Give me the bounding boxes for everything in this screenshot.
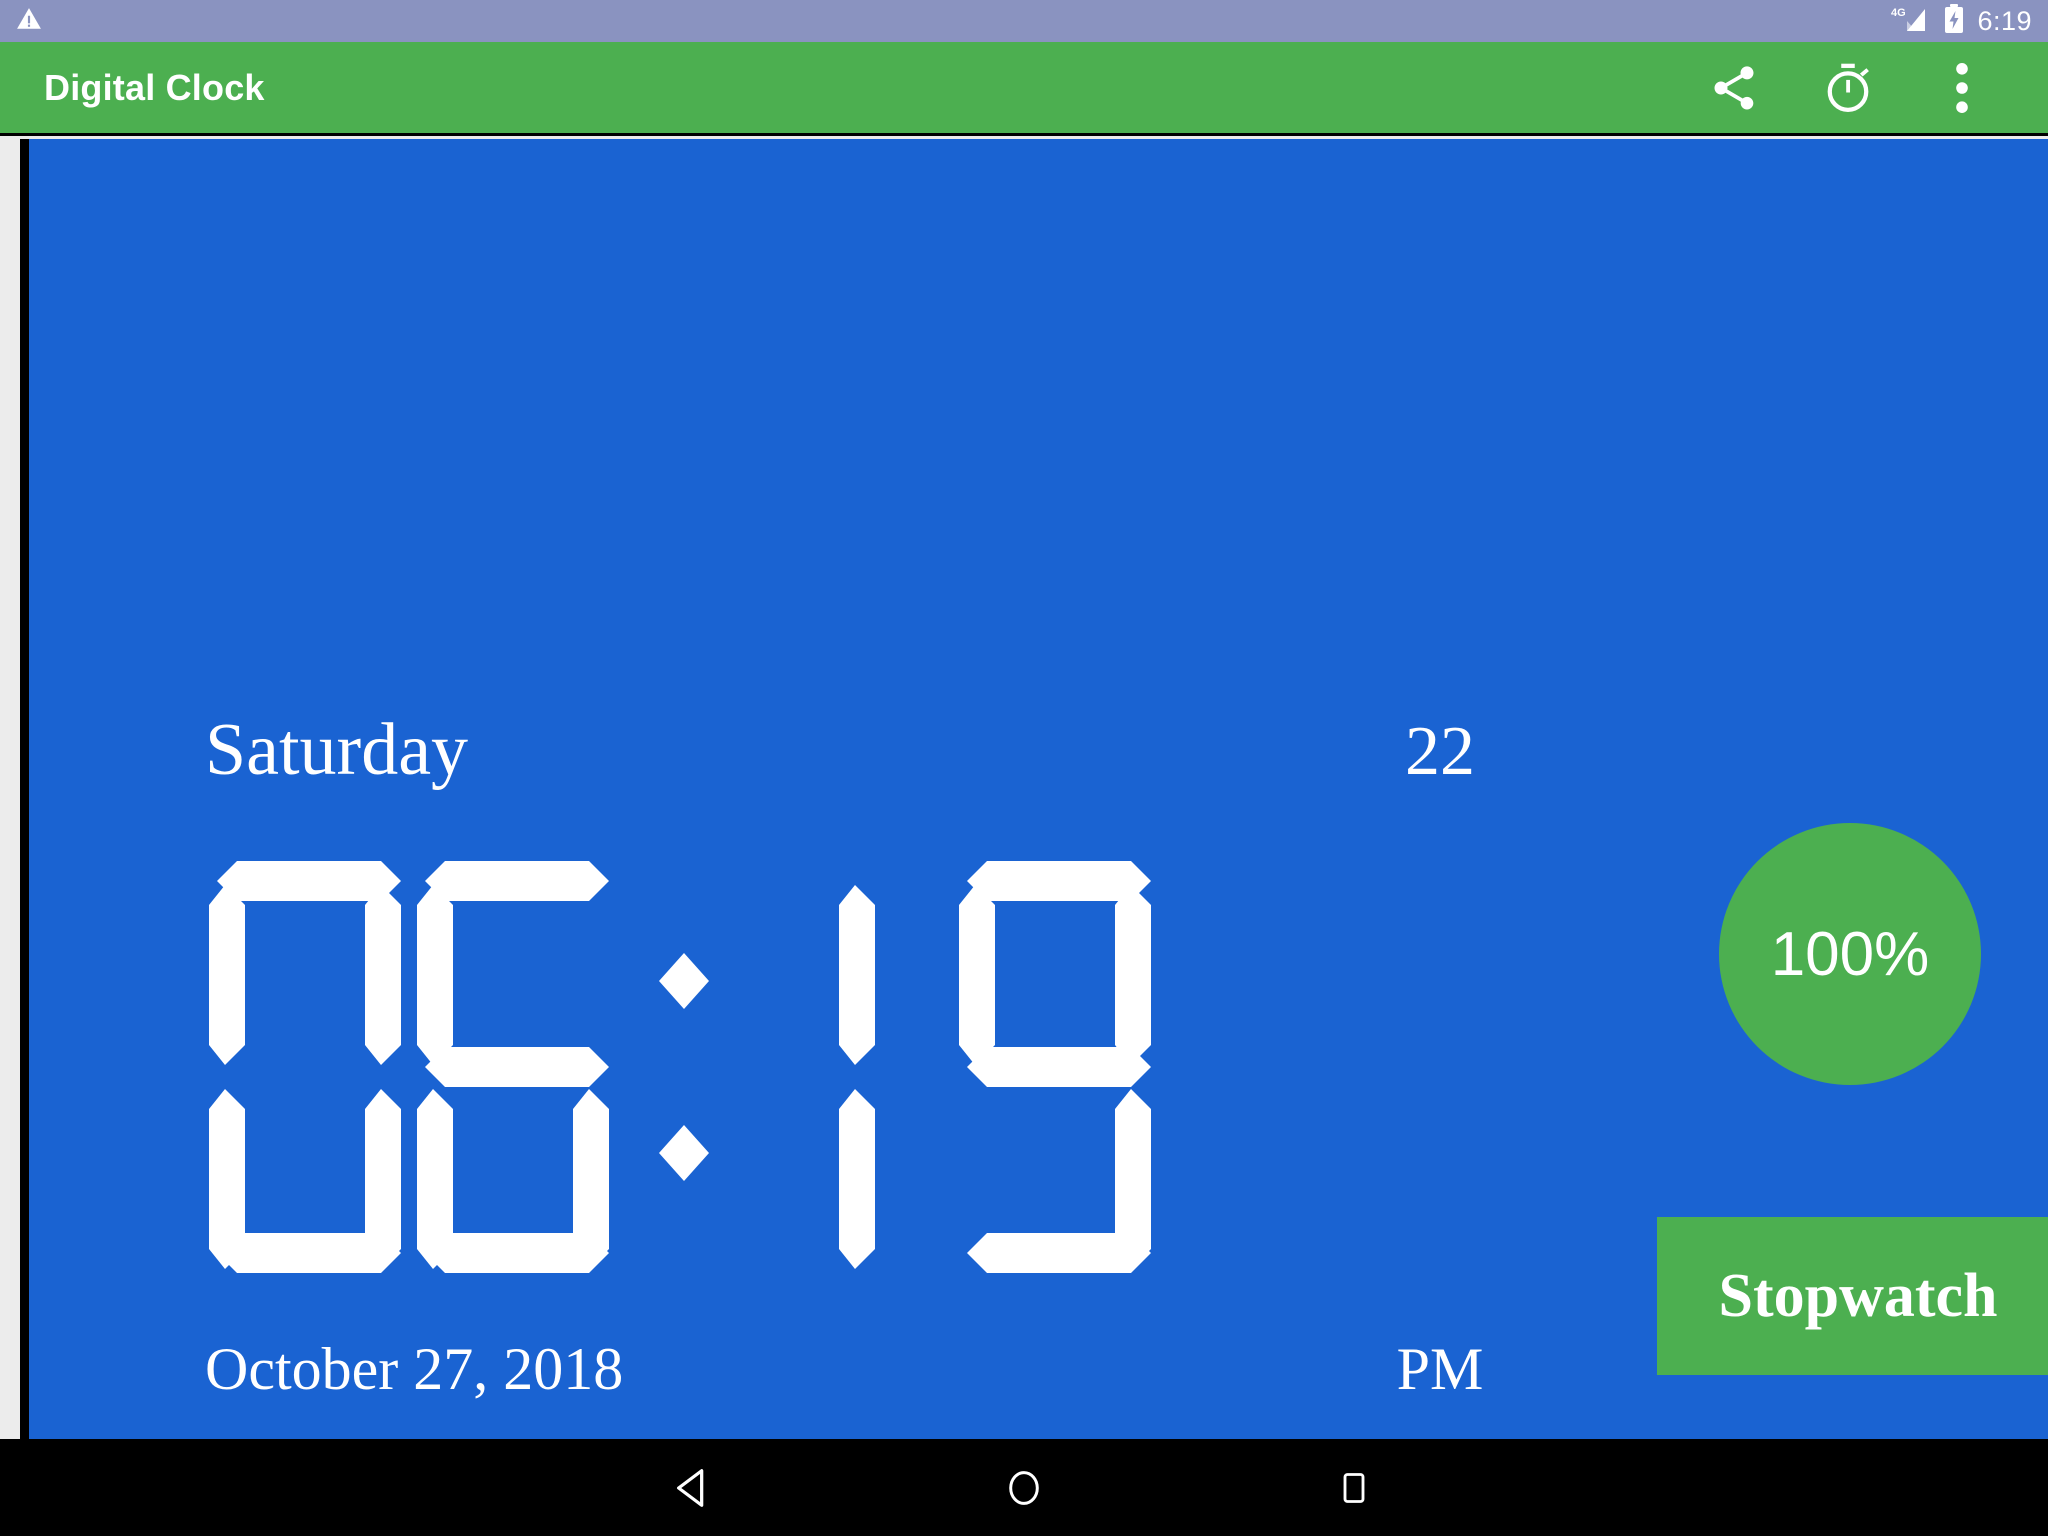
battery-charging-icon	[1943, 3, 1965, 39]
day-of-week-label: Saturday	[205, 709, 469, 791]
hour-ones-digit	[417, 861, 609, 1273]
date-label: October 27, 2018	[205, 1336, 624, 1402]
time-separator	[659, 953, 709, 1181]
svg-text:4G: 4G	[1891, 7, 1906, 19]
battery-percent-label: 100%	[1770, 919, 1930, 989]
clock-panel: Saturday 22 October 27, 2018 PM 100% Sto…	[20, 139, 2048, 1439]
stopwatch-button[interactable]: Stopwatch	[1657, 1217, 2048, 1375]
meridiem-label: PM	[1396, 1336, 1484, 1402]
android-screen: 4G 6:19 Digital Clock Saturday 22 Octobe…	[0, 0, 2048, 1536]
minute-tens-digit	[839, 885, 875, 1269]
app-bar: Digital Clock	[0, 42, 2048, 136]
app-bar-actions	[1706, 60, 1990, 116]
share-icon[interactable]	[1706, 60, 1762, 116]
stopwatch-button-label: Stopwatch	[1718, 1261, 1998, 1330]
stopwatch-icon[interactable]	[1820, 60, 1876, 116]
android-navigation-bar	[0, 1439, 2048, 1536]
minute-ones-digit	[959, 861, 1151, 1273]
seven-segment-time	[205, 857, 1163, 1277]
home-button[interactable]	[859, 1439, 1189, 1536]
status-bar-left	[16, 6, 42, 37]
signal-bars-icon: 4G	[1891, 5, 1931, 38]
recents-button[interactable]	[1189, 1439, 1519, 1536]
status-bar-clock: 6:19	[1977, 5, 2032, 36]
overflow-menu-icon[interactable]	[1934, 60, 1990, 116]
app-title: Digital Clock	[44, 66, 265, 108]
seconds-label: 22	[1405, 713, 1475, 790]
left-gutter	[0, 139, 20, 1439]
back-button[interactable]	[529, 1439, 859, 1536]
warning-triangle-icon	[16, 6, 42, 37]
hour-tens-digit	[209, 861, 401, 1273]
status-bar-right: 4G 6:19	[1891, 3, 2032, 39]
status-bar: 4G 6:19	[0, 0, 2048, 42]
battery-percent-bubble[interactable]: 100%	[1719, 823, 1981, 1085]
